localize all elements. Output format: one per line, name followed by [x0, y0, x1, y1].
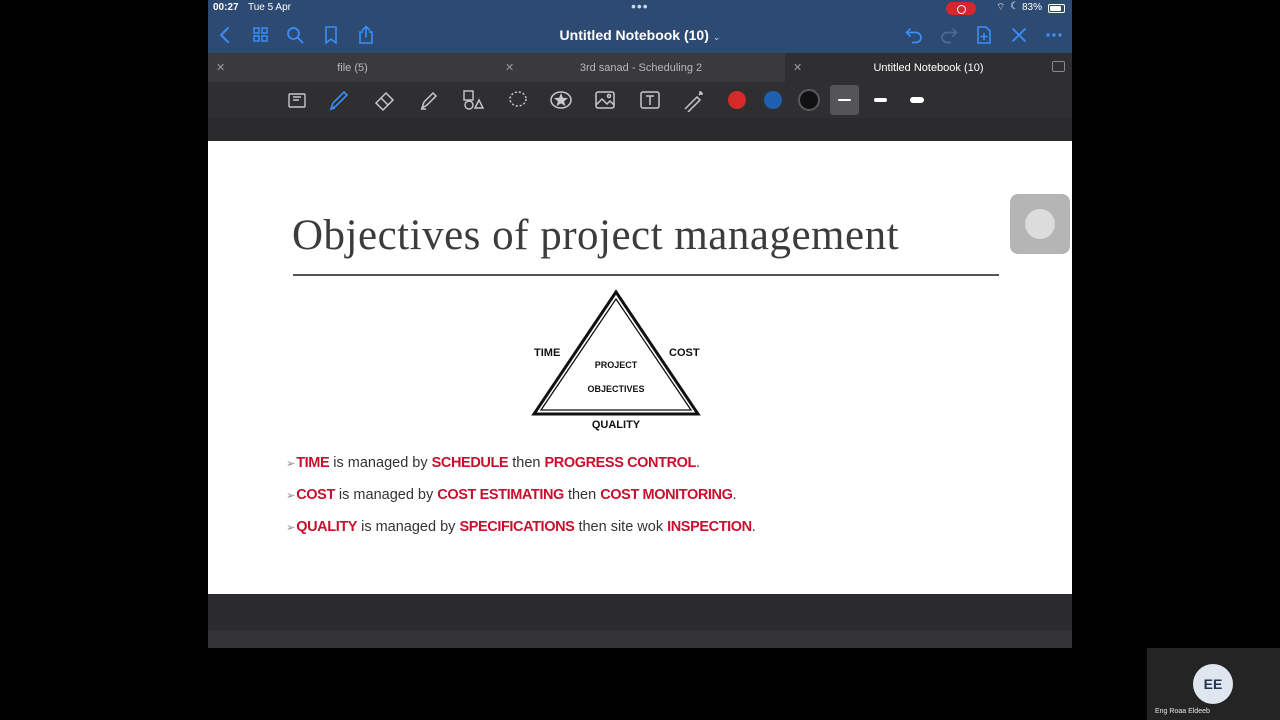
triangle-label-quality: QUALITY: [592, 419, 641, 431]
bullet-cost: ➢COST is managed by COST ESTIMATING then…: [286, 487, 737, 503]
bullet-arrow-icon: ➢: [286, 458, 296, 470]
tab-3rd-sanad[interactable]: ✕ 3rd sanad - Scheduling 2: [497, 53, 785, 82]
title-bar: Untitled Notebook (10) ⌄: [208, 17, 1072, 53]
battery-icon: [1048, 4, 1065, 13]
shapes-icon[interactable]: [460, 88, 486, 114]
slide-page[interactable]: Objectives of project management TIME CO…: [208, 141, 1072, 594]
page-bottom-gutter: [208, 594, 1072, 630]
slide-title: Objectives of project management: [292, 212, 900, 259]
close-icon[interactable]: [1009, 25, 1029, 45]
multitasking-dots-icon[interactable]: •••: [631, 0, 649, 14]
redo-icon[interactable]: [939, 25, 959, 45]
assistive-touch-button[interactable]: [1010, 194, 1070, 254]
status-time: 00:27: [213, 2, 239, 13]
bullet-time: ➢TIME is managed by SCHEDULE then PROGRE…: [286, 455, 701, 471]
lasso-icon[interactable]: [505, 88, 531, 114]
battery-percentage: 83%: [1022, 2, 1043, 13]
color-blue-swatch[interactable]: [764, 91, 782, 109]
laser-pointer-icon[interactable]: [681, 88, 707, 114]
status-bar: 00:27 Tue 5 Apr ••• ⌔ ☾ 83%: [208, 0, 1072, 17]
highlighter-icon[interactable]: [416, 88, 442, 114]
add-page-icon[interactable]: [974, 25, 994, 45]
split-view-icon[interactable]: [1052, 61, 1065, 72]
triangle-center-line2: OBJECTIVES: [587, 384, 644, 394]
sticker-icon[interactable]: [548, 88, 574, 114]
drawing-toolbar: [208, 82, 1072, 118]
stroke-thin-button[interactable]: [830, 85, 859, 115]
page-gutter: [208, 118, 1072, 140]
avatar: EE: [1193, 664, 1233, 704]
scan-icon[interactable]: [284, 88, 310, 114]
screen-recording-icon: [946, 2, 976, 15]
tab-file-5[interactable]: ✕ file (5): [208, 53, 497, 82]
bullet-arrow-icon: ➢: [286, 490, 296, 502]
tab-untitled-notebook[interactable]: ✕ Untitled Notebook (10): [785, 53, 1072, 82]
status-date: Tue 5 Apr: [248, 2, 291, 13]
image-icon[interactable]: [592, 88, 618, 114]
participant-tile[interactable]: EE Eng Roaa Eldeeb: [1147, 648, 1280, 720]
pen-icon[interactable]: [326, 88, 352, 114]
stroke-thick-button[interactable]: [902, 85, 931, 115]
undo-icon[interactable]: [904, 25, 924, 45]
eraser-icon[interactable]: [372, 88, 398, 114]
bullet-arrow-icon: ➢: [286, 522, 296, 534]
title-underline: [293, 274, 999, 276]
tab-bar: ✕ file (5) ✕ 3rd sanad - Scheduling 2 ✕ …: [208, 53, 1072, 82]
triangle-label-time: TIME: [534, 347, 560, 359]
bullet-quality: ➢QUALITY is managed by SPECIFICATIONS th…: [286, 519, 756, 535]
home-indicator-area: [208, 630, 1072, 648]
color-black-swatch-selected[interactable]: [798, 89, 820, 111]
project-objectives-triangle: TIME COST PROJECT OBJECTIVES QUALITY: [531, 289, 701, 431]
color-red-swatch[interactable]: [728, 91, 746, 109]
wifi-icon: ⌔: [996, 2, 1006, 13]
triangle-center-line1: PROJECT: [595, 360, 638, 370]
more-icon[interactable]: [1044, 25, 1064, 45]
participant-name: Eng Roaa Eldeeb: [1155, 708, 1210, 715]
text-icon[interactable]: [637, 88, 663, 114]
stroke-medium-button[interactable]: [866, 85, 895, 115]
moon-icon: ☾: [1010, 1, 1019, 12]
ipad-screen: 00:27 Tue 5 Apr ••• ⌔ ☾ 83% Untitled Not…: [208, 0, 1072, 648]
triangle-label-cost: COST: [669, 347, 700, 359]
